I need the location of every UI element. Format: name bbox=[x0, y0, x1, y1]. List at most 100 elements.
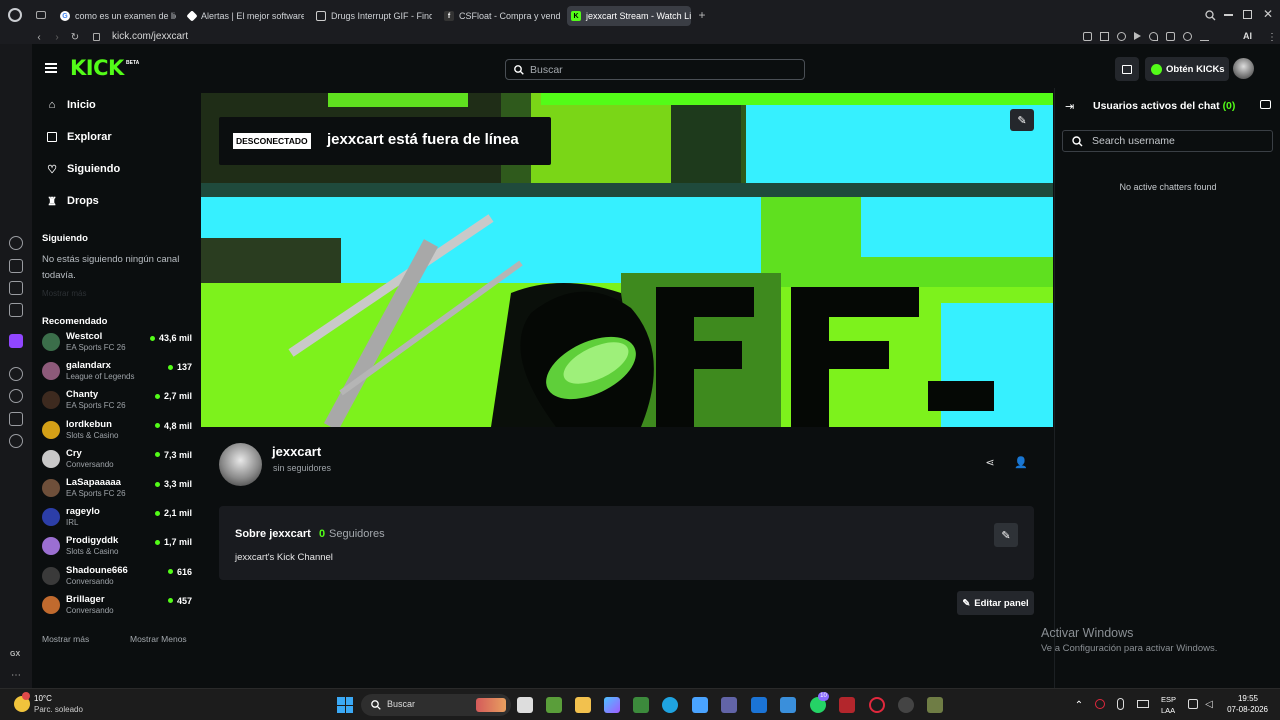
gx-icon[interactable]: GX bbox=[10, 651, 20, 658]
clock-time[interactable]: 19:55 bbox=[1220, 694, 1258, 703]
forward-icon[interactable]: › bbox=[52, 30, 62, 44]
recommended-channel[interactable]: rageylo IRL 2,1 mil bbox=[40, 503, 192, 531]
show-less-button[interactable]: Mostrar Menos bbox=[130, 634, 187, 644]
clock-date[interactable]: 07-08-2026 bbox=[1222, 705, 1268, 714]
taskbar-search[interactable]: Buscar bbox=[361, 694, 511, 716]
chat-popout-icon[interactable] bbox=[1260, 100, 1271, 109]
app-icon-1[interactable] bbox=[546, 697, 562, 713]
edit-about-button[interactable]: ✎ bbox=[994, 523, 1018, 547]
snapshot-icon[interactable] bbox=[1100, 32, 1109, 41]
search-input[interactable]: Buscar bbox=[530, 64, 563, 76]
history-icon[interactable] bbox=[9, 236, 23, 250]
wallet-icon[interactable] bbox=[1183, 32, 1192, 41]
menu-icon[interactable] bbox=[45, 63, 57, 73]
ai-button[interactable]: AI bbox=[1243, 31, 1252, 41]
language-layout[interactable]: LAA bbox=[1161, 706, 1175, 715]
player-icon[interactable] bbox=[9, 367, 23, 381]
recommended-channel[interactable]: Cry Conversando 7,3 mil bbox=[40, 445, 192, 473]
new-tab-icon[interactable]: + bbox=[696, 8, 708, 22]
store-icon[interactable] bbox=[692, 697, 708, 713]
minecraft-icon[interactable] bbox=[633, 697, 649, 713]
recommended-channel[interactable]: LaSapaaaaa EA Sports FC 26 3,3 mil bbox=[40, 474, 192, 502]
follow-settings-button[interactable]: 👤 bbox=[1011, 452, 1031, 472]
recommended-channel[interactable]: Shadoune666 Conversando 616 bbox=[40, 562, 192, 590]
adblock-icon[interactable] bbox=[1117, 32, 1126, 41]
user-avatar[interactable] bbox=[1233, 58, 1254, 79]
tab-2[interactable]: Alertas | El mejor software bbox=[184, 6, 304, 26]
edge-icon[interactable] bbox=[662, 697, 678, 713]
username-search-input[interactable]: Search username bbox=[1092, 135, 1175, 147]
network-icon[interactable] bbox=[1188, 699, 1198, 709]
razer-icon[interactable] bbox=[839, 697, 855, 713]
messenger-icon[interactable] bbox=[9, 303, 23, 317]
recommended-channel[interactable]: Brillager Conversando 457 bbox=[40, 591, 192, 619]
app-icon-3[interactable] bbox=[927, 697, 943, 713]
maximize-icon[interactable] bbox=[1243, 10, 1252, 19]
task-view-icon[interactable] bbox=[517, 697, 533, 713]
twitch-icon[interactable] bbox=[9, 334, 23, 348]
volume-icon[interactable]: ◁ bbox=[1203, 698, 1215, 710]
app-icon-2[interactable] bbox=[898, 697, 914, 713]
recommended-channel[interactable]: Chanty EA Sports FC 26 2,7 mil bbox=[40, 386, 192, 414]
tab-3[interactable]: Drugs Interrupt GIF - Find & bbox=[312, 6, 432, 26]
rail-more-icon[interactable]: ⋯ bbox=[10, 670, 22, 681]
windows-start-icon[interactable] bbox=[337, 697, 353, 713]
download-icon[interactable] bbox=[1200, 32, 1209, 41]
minimize-icon[interactable] bbox=[1224, 14, 1233, 16]
recommended-channel[interactable]: lordkebun Slots & Casino 4,8 mil bbox=[40, 416, 192, 444]
extensions-rail-icon[interactable] bbox=[9, 412, 23, 426]
channel-avatar[interactable] bbox=[219, 443, 262, 486]
keyboard-icon[interactable] bbox=[1137, 700, 1149, 708]
microphone-icon[interactable] bbox=[1117, 698, 1124, 710]
tab-1[interactable]: G como es un examen de lice bbox=[56, 6, 176, 26]
back-icon[interactable]: ‹ bbox=[34, 30, 44, 44]
pin-icon[interactable] bbox=[1083, 32, 1092, 41]
channel-name: Shadoune666 bbox=[66, 564, 128, 576]
recommended-channel[interactable]: galandarx League of Legends 137 bbox=[40, 357, 192, 385]
reload-icon[interactable]: ↻ bbox=[69, 30, 81, 44]
recommended-heading: Recomendado bbox=[42, 316, 108, 327]
play-icon[interactable] bbox=[1134, 32, 1141, 40]
get-kicks-button[interactable]: Obtén KICKs bbox=[1145, 57, 1229, 81]
extensions-icon[interactable] bbox=[1166, 32, 1175, 41]
nav-following[interactable]: ♡ Siguiendo bbox=[46, 163, 120, 176]
nav-drops[interactable]: ♜ Drops bbox=[46, 195, 99, 208]
pinboard-icon[interactable] bbox=[9, 281, 23, 295]
opera-logo-icon[interactable] bbox=[8, 8, 22, 22]
tab-5-active[interactable]: K jexxcart Stream - Watch Li bbox=[567, 6, 691, 26]
edit-panel-button[interactable]: ✎ Editar panel bbox=[957, 591, 1034, 615]
kick-logo[interactable]: KICK bbox=[70, 56, 124, 80]
file-explorer-icon[interactable] bbox=[575, 697, 591, 713]
heart-outline-icon[interactable] bbox=[1149, 32, 1158, 41]
edit-banner-button[interactable]: ✎ bbox=[1010, 109, 1034, 131]
url-field[interactable]: kick.com/jexxcart bbox=[112, 31, 188, 42]
share-button[interactable]: ⋖ bbox=[980, 452, 1000, 472]
tray-gx-icon[interactable] bbox=[1095, 699, 1105, 709]
recommended-channel[interactable]: Westcol EA Sports FC 26 43,6 mil bbox=[40, 328, 192, 356]
search-box[interactable]: Buscar bbox=[505, 59, 805, 80]
more-menu-icon[interactable]: ⋮ bbox=[1267, 30, 1277, 44]
nav-home[interactable]: ⌂ Inicio bbox=[46, 99, 96, 111]
tray-overflow-icon[interactable]: ⌃ bbox=[1073, 699, 1085, 711]
following-show-more[interactable]: Mostrar más bbox=[42, 289, 86, 298]
aria-icon[interactable] bbox=[9, 259, 23, 273]
language-code[interactable]: ESP bbox=[1161, 695, 1176, 704]
tab-4[interactable]: f CSFloat - Compra y vende bbox=[440, 6, 560, 26]
outlook-icon[interactable] bbox=[751, 697, 767, 713]
teams-icon[interactable] bbox=[721, 697, 737, 713]
nav-explore[interactable]: Explorar bbox=[46, 131, 112, 143]
search-tabs-icon[interactable] bbox=[1204, 9, 1216, 21]
settings-icon[interactable] bbox=[9, 434, 23, 448]
copilot-icon[interactable] bbox=[604, 697, 620, 713]
channel-name[interactable]: jexxcart bbox=[272, 444, 321, 459]
defender-icon[interactable] bbox=[780, 697, 796, 713]
collapse-chat-icon[interactable]: ⇥ bbox=[1065, 100, 1074, 113]
show-more-button[interactable]: Mostrar más bbox=[42, 634, 89, 644]
close-window-icon[interactable]: ✕ bbox=[1262, 7, 1274, 21]
username-search-box[interactable]: Search username bbox=[1062, 130, 1273, 152]
creator-dashboard-button[interactable] bbox=[1115, 57, 1139, 81]
workspaces-icon[interactable] bbox=[36, 11, 46, 19]
opera-gx-taskbar-icon[interactable] bbox=[869, 697, 885, 713]
clock-icon[interactable] bbox=[9, 389, 23, 403]
recommended-channel[interactable]: Prodigyddk Slots & Casino 1,7 mil bbox=[40, 532, 192, 560]
